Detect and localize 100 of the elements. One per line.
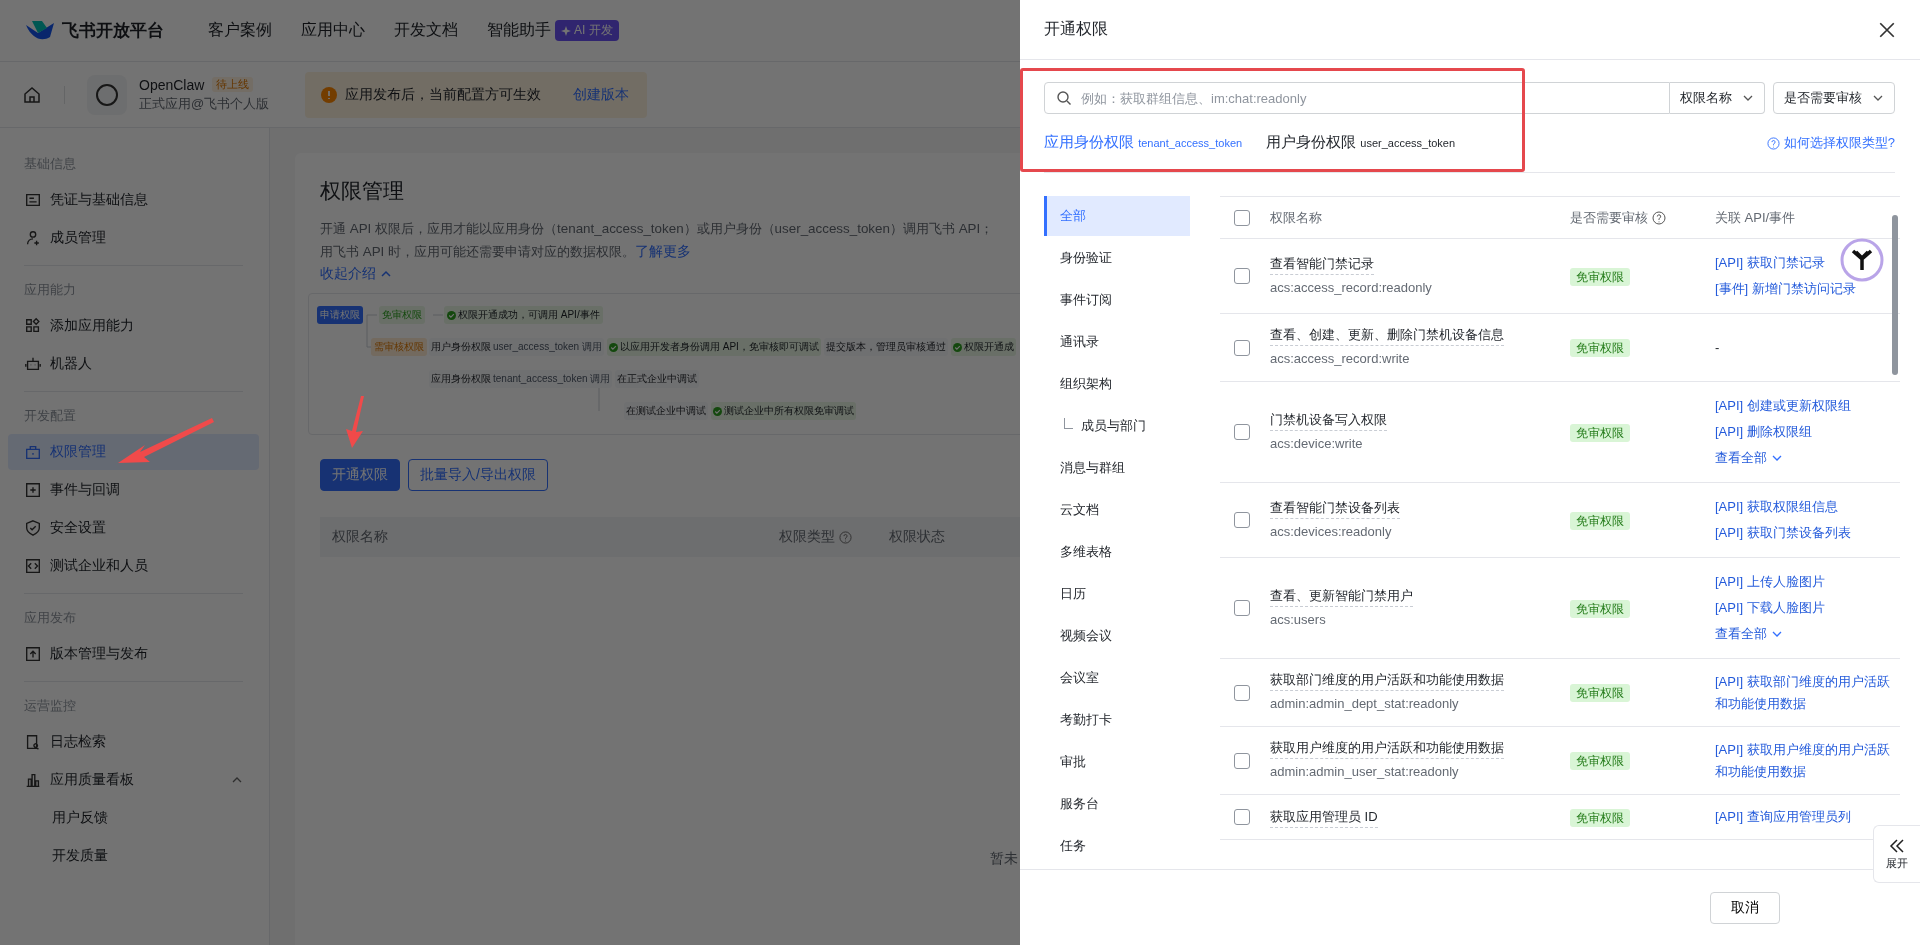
sidebar-item[interactable]: 凭证与基础信息: [8, 182, 259, 218]
permission-name: 查看智能门禁记录: [1270, 253, 1374, 275]
permission-name: 查看智能门禁设备列表: [1270, 497, 1400, 519]
api-link[interactable]: [API] 获取权限组信息: [1715, 494, 1838, 520]
sidebar-item[interactable]: 版本管理与发布: [8, 636, 259, 672]
home-icon[interactable]: [22, 84, 42, 105]
review-tag: 免审权限: [1570, 808, 1630, 827]
api-link[interactable]: [API] 下载人脸图片: [1715, 595, 1825, 621]
row-checkbox[interactable]: [1234, 600, 1250, 616]
category-item[interactable]: 身份验证: [1044, 238, 1190, 278]
sidebar-item[interactable]: 成员管理: [8, 220, 259, 256]
sidebar-subitem[interactable]: 用户反馈: [8, 800, 259, 836]
permission-scope: admin:admin_user_stat:readonly: [1270, 763, 1459, 781]
flow-node: 需审核权限: [371, 338, 427, 356]
view-all-link[interactable]: 查看全部: [1715, 445, 1783, 471]
help-link[interactable]: 如何选择权限类型?: [1766, 134, 1895, 152]
row-checkbox[interactable]: [1234, 809, 1250, 825]
category-item[interactable]: 多维表格: [1044, 532, 1190, 572]
nav-link[interactable]: 智能助手: [487, 20, 551, 41]
api-link[interactable]: [API] 删除权限组: [1715, 419, 1812, 445]
column-header: 权限类型: [779, 528, 889, 546]
category-item[interactable]: 会议室: [1044, 658, 1190, 698]
category-item[interactable]: 事件订阅: [1044, 280, 1190, 320]
category-item[interactable]: 全部: [1044, 196, 1190, 236]
api-link[interactable]: [API] 获取部门维度的用户活跃和功能使用数据: [1715, 670, 1900, 715]
select-all-checkbox[interactable]: [1234, 209, 1250, 226]
sidebar-item[interactable]: 安全设置: [8, 510, 259, 546]
filter-select[interactable]: 权限名称: [1670, 82, 1765, 114]
sidebar-item[interactable]: 事件与回调: [8, 472, 259, 508]
category-item[interactable]: 通讯录: [1044, 322, 1190, 362]
flow-node: 应用身份权限 tenant_access_token 调用: [429, 370, 613, 388]
close-icon[interactable]: [1878, 20, 1896, 39]
search-icon: [1056, 90, 1072, 106]
column-header: 关联 API/事件: [1715, 208, 1796, 227]
permission-tab[interactable]: 应用身份权限 tenant_access_token: [1044, 114, 1243, 172]
flow-node: 用户身份权限 user_access_token 调用: [429, 338, 604, 356]
category-item[interactable]: 审批: [1044, 742, 1190, 782]
row-checkbox[interactable]: [1234, 684, 1250, 701]
category-item[interactable]: 任务: [1044, 826, 1190, 866]
api-link[interactable]: [API] 获取门禁设备列表: [1715, 520, 1851, 546]
review-tag: 免审权限: [1570, 267, 1630, 286]
row-checkbox[interactable]: [1234, 424, 1250, 440]
description-text: 开通 API 权限后，应用才能以应用身份（tenant_access_token）或用户身份（user_access_token）调用飞书 API；: [320, 220, 994, 238]
permission-scope: acs:devices:readonly: [1270, 522, 1392, 541]
check-icon: [713, 406, 722, 416]
category-item[interactable]: 组织架构: [1044, 364, 1190, 404]
permission-scope: acs:users: [1270, 610, 1326, 629]
nav-link[interactable]: 客户案例: [208, 20, 272, 41]
permission-scope: acs:access_record:write: [1270, 350, 1410, 368]
api-link[interactable]: [API] 上传人脸图片: [1715, 569, 1825, 595]
category-item[interactable]: 成员与部门: [1044, 406, 1190, 446]
permission-tab[interactable]: 用户身份权限 user_access_token: [1266, 114, 1456, 172]
sidebar-item[interactable]: 添加应用能力: [8, 308, 259, 344]
category-item[interactable]: 日历: [1044, 574, 1190, 614]
expand-tab[interactable]: 展开: [1873, 825, 1920, 883]
page-title: 权限管理: [320, 178, 405, 204]
double-chevron-icon: [1887, 837, 1907, 854]
sidebar-subitem[interactable]: 开发质量: [8, 838, 259, 874]
robot-icon: [24, 355, 42, 373]
sidebar-item[interactable]: 应用质量看板: [8, 762, 259, 798]
view-all-link[interactable]: 查看全部: [1715, 621, 1783, 647]
filter-select[interactable]: 是否需要审核: [1773, 82, 1895, 114]
permission-name: 获取用户维度的用户活跃和功能使用数据: [1270, 738, 1504, 759]
column-header: 是否需要审核: [1570, 209, 1666, 227]
cancel-button[interactable]: 取消: [1710, 891, 1780, 924]
api-link[interactable]: [API] 查询应用管理员列: [1715, 806, 1851, 828]
flow-node-text: 权限开通成功，可调用 API/事件: [458, 308, 600, 322]
plugin-icon[interactable]: [1840, 238, 1884, 282]
row-checkbox[interactable]: [1234, 752, 1250, 769]
app-avatar: [87, 74, 127, 115]
upload-icon: [24, 645, 42, 663]
api-link[interactable]: [API] 获取用户维度的用户活跃和功能使用数据: [1715, 738, 1900, 783]
api-link[interactable]: [事件] 新增门禁访问记录: [1715, 276, 1856, 302]
category-item[interactable]: 云文档: [1044, 490, 1190, 530]
row-checkbox[interactable]: [1234, 339, 1250, 356]
sidebar-item[interactable]: 日志检索: [8, 724, 259, 760]
category-item[interactable]: 视频会议: [1044, 616, 1190, 656]
app-name: OpenClaw: [139, 76, 205, 93]
ai-badge: AI 开发: [555, 20, 619, 41]
sidebar-item[interactable]: 测试企业和人员: [8, 548, 259, 584]
notice-text: 应用发布后，当前配置方可生效: [345, 85, 541, 104]
nav-link[interactable]: 开发文档: [394, 20, 458, 41]
id-card-icon: [24, 191, 42, 209]
sparkle-icon: [561, 25, 571, 36]
category-item[interactable]: 消息与群组: [1044, 448, 1190, 488]
api-link[interactable]: [API] 创建或更新权限组: [1715, 393, 1851, 419]
api-link[interactable]: [API] 获取门禁记录: [1715, 250, 1825, 276]
scrollbar-thumb[interactable]: [1892, 215, 1898, 375]
sidebar-item[interactable]: 机器人: [8, 346, 259, 382]
check-icon: [447, 310, 456, 320]
search-field[interactable]: 例如：获取群组信息、im:chat:readonly: [1044, 82, 1670, 114]
brand-name[interactable]: 飞书开放平台: [62, 19, 164, 42]
row-checkbox[interactable]: [1234, 268, 1250, 284]
help-icon: [1766, 136, 1780, 150]
category-item[interactable]: 考勤打卡: [1044, 700, 1190, 740]
annotation-arrow: [346, 396, 364, 448]
row-checkbox[interactable]: [1234, 512, 1250, 528]
review-tag: 免审权限: [1570, 511, 1630, 530]
nav-link[interactable]: 应用中心: [301, 20, 365, 41]
category-item[interactable]: 服务台: [1044, 784, 1190, 824]
